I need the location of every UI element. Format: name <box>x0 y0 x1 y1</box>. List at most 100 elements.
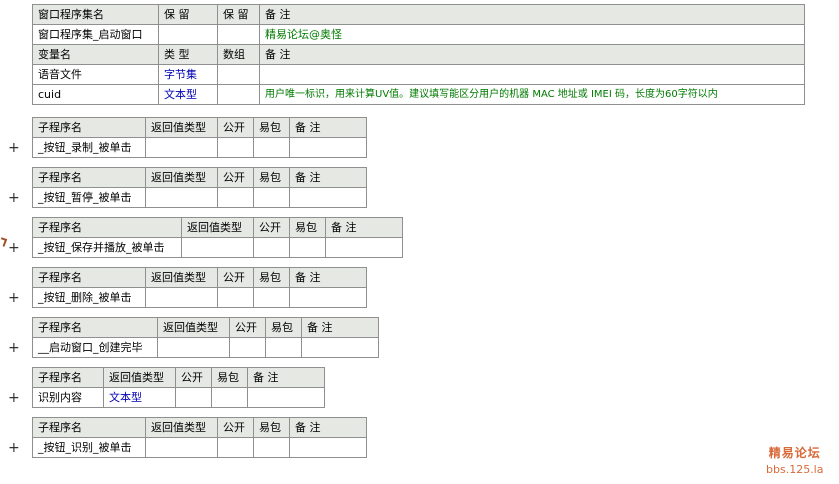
sub-note-header: 备 注 <box>289 167 367 188</box>
assembly-row[interactable]: 窗口程序集_启动窗口 精易论坛@奥怪 <box>32 24 805 45</box>
subroutine-row[interactable]: _按钮_删除_被单击 <box>32 287 367 308</box>
expand-toggle[interactable]: + <box>8 291 20 305</box>
sub-return-cell[interactable] <box>145 137 218 158</box>
sub-note-cell[interactable] <box>289 287 367 308</box>
subroutine-row[interactable]: _按钮_录制_被单击 <box>32 137 367 158</box>
expand-toggle[interactable]: + <box>8 241 20 255</box>
reserved-header-2: 保 留 <box>217 4 260 25</box>
var-name-cell[interactable]: 语音文件 <box>32 64 159 85</box>
reserved-header-1: 保 留 <box>158 4 218 25</box>
sub-package-cell[interactable] <box>289 237 326 258</box>
var-row[interactable]: 语音文件 字节集 <box>32 64 805 85</box>
sub-public-header: 公开 <box>217 267 254 288</box>
subroutine-table: 子程序名 返回值类型 公开 易包 备 注 _按钮_暂停_被单击 <box>32 167 367 208</box>
sub-name-cell[interactable]: __启动窗口_创建完毕 <box>32 337 158 358</box>
sub-note-header: 备 注 <box>247 367 325 388</box>
sub-public-cell[interactable] <box>217 137 254 158</box>
var-array-cell[interactable] <box>217 84 260 105</box>
reserved-cell-2[interactable] <box>217 24 260 45</box>
var-note-header: 备 注 <box>259 44 805 65</box>
sub-note-header: 备 注 <box>289 417 367 438</box>
subroutine-row[interactable]: _按钮_暂停_被单击 <box>32 187 367 208</box>
expand-toggle[interactable]: + <box>8 141 20 155</box>
watermark-url: bbs.125.la <box>766 463 824 476</box>
sub-public-cell[interactable] <box>217 437 254 458</box>
sub-return-cell[interactable]: 文本型 <box>103 387 176 408</box>
subroutine-row[interactable]: 识别内容 文本型 <box>32 387 325 408</box>
sub-public-cell[interactable] <box>253 237 290 258</box>
assembly-header-row: 窗口程序集名 保 留 保 留 备 注 <box>32 4 805 25</box>
sub-return-cell[interactable] <box>181 237 254 258</box>
subroutine-table: 子程序名 返回值类型 公开 易包 备 注 __启动窗口_创建完毕 <box>32 317 379 358</box>
sub-package-cell[interactable] <box>253 137 290 158</box>
sub-public-header: 公开 <box>217 167 254 188</box>
sub-note-header: 备 注 <box>289 267 367 288</box>
sub-return-header: 返回值类型 <box>145 417 218 438</box>
sub-public-cell[interactable] <box>217 287 254 308</box>
sub-return-cell[interactable] <box>145 437 218 458</box>
subroutine-row[interactable]: _按钮_识别_被单击 <box>32 437 367 458</box>
sub-note-cell[interactable] <box>301 337 379 358</box>
assembly-name-cell[interactable]: 窗口程序集_启动窗口 <box>32 24 159 45</box>
sub-note-header: 备 注 <box>325 217 403 238</box>
var-row[interactable]: cuid 文本型 用户唯一标识，用来计算UV值。建议填写能区分用户的机器 MAC… <box>32 84 805 105</box>
sub-name-cell[interactable]: _按钮_保存并播放_被单击 <box>32 237 182 258</box>
var-type-cell[interactable]: 字节集 <box>158 64 218 85</box>
sub-return-cell[interactable] <box>145 287 218 308</box>
subroutine-row[interactable]: __启动窗口_创建完毕 <box>32 337 379 358</box>
var-type-cell[interactable]: 文本型 <box>158 84 218 105</box>
sub-return-cell[interactable] <box>145 187 218 208</box>
var-note-cell[interactable] <box>259 64 805 85</box>
sub-package-header: 易包 <box>253 117 290 138</box>
sub-name-cell[interactable]: 识别内容 <box>32 387 104 408</box>
forum-watermark: 精易论坛 bbs.125.la <box>766 444 823 476</box>
sub-note-header: 备 注 <box>301 317 379 338</box>
sub-public-cell[interactable] <box>175 387 212 408</box>
assembly-note-cell[interactable]: 精易论坛@奥怪 <box>259 24 805 45</box>
sub-package-cell[interactable] <box>253 187 290 208</box>
sub-package-cell[interactable] <box>265 337 302 358</box>
sub-note-header: 备 注 <box>289 117 367 138</box>
sub-package-cell[interactable] <box>253 287 290 308</box>
sub-note-cell[interactable] <box>289 137 367 158</box>
expand-toggle[interactable]: + <box>8 441 20 455</box>
sub-name-cell[interactable]: _按钮_识别_被单击 <box>32 437 146 458</box>
subroutine-table: 子程序名 返回值类型 公开 易包 备 注 _按钮_删除_被单击 <box>32 267 367 308</box>
expand-toggle[interactable]: + <box>8 191 20 205</box>
sub-return-header: 返回值类型 <box>181 217 254 238</box>
var-array-cell[interactable] <box>217 64 260 85</box>
sub-package-header: 易包 <box>289 217 326 238</box>
sub-public-header: 公开 <box>217 417 254 438</box>
sub-name-header: 子程序名 <box>32 317 158 338</box>
sub-note-cell[interactable] <box>247 387 325 408</box>
expand-toggle[interactable]: + <box>8 391 20 405</box>
var-note-cell[interactable]: 用户唯一标识，用来计算UV值。建议填写能区分用户的机器 MAC 地址或 IMEI… <box>259 84 805 105</box>
sub-public-cell[interactable] <box>229 337 266 358</box>
sub-name-header: 子程序名 <box>32 267 146 288</box>
sub-package-header: 易包 <box>265 317 302 338</box>
sub-note-cell[interactable] <box>289 437 367 458</box>
subroutine-table: 子程序名 返回值类型 公开 易包 备 注 _按钮_识别_被单击 <box>32 417 367 458</box>
assembly-note-header: 备 注 <box>259 4 805 25</box>
sub-name-cell[interactable]: _按钮_录制_被单击 <box>32 137 146 158</box>
sub-return-cell[interactable] <box>157 337 230 358</box>
sub-package-cell[interactable] <box>253 437 290 458</box>
reserved-cell-1[interactable] <box>158 24 218 45</box>
sub-package-header: 易包 <box>253 417 290 438</box>
sub-name-cell[interactable]: _按钮_暂停_被单击 <box>32 187 146 208</box>
edge-mark <box>0 237 8 247</box>
var-array-header: 数组 <box>217 44 260 65</box>
sub-name-cell[interactable]: _按钮_删除_被单击 <box>32 287 146 308</box>
sub-package-cell[interactable] <box>211 387 248 408</box>
sub-name-header: 子程序名 <box>32 167 146 188</box>
subroutine-table: 子程序名 返回值类型 公开 易包 备 注 _按钮_录制_被单击 <box>32 117 367 158</box>
sub-note-cell[interactable] <box>289 187 367 208</box>
sub-return-header: 返回值类型 <box>145 267 218 288</box>
sub-name-header: 子程序名 <box>32 117 146 138</box>
subroutine-row[interactable]: _按钮_保存并播放_被单击 <box>32 237 403 258</box>
sub-public-cell[interactable] <box>217 187 254 208</box>
assembly-name-header: 窗口程序集名 <box>32 4 159 25</box>
expand-toggle[interactable]: + <box>8 341 20 355</box>
var-name-cell[interactable]: cuid <box>32 84 159 105</box>
sub-note-cell[interactable] <box>325 237 403 258</box>
